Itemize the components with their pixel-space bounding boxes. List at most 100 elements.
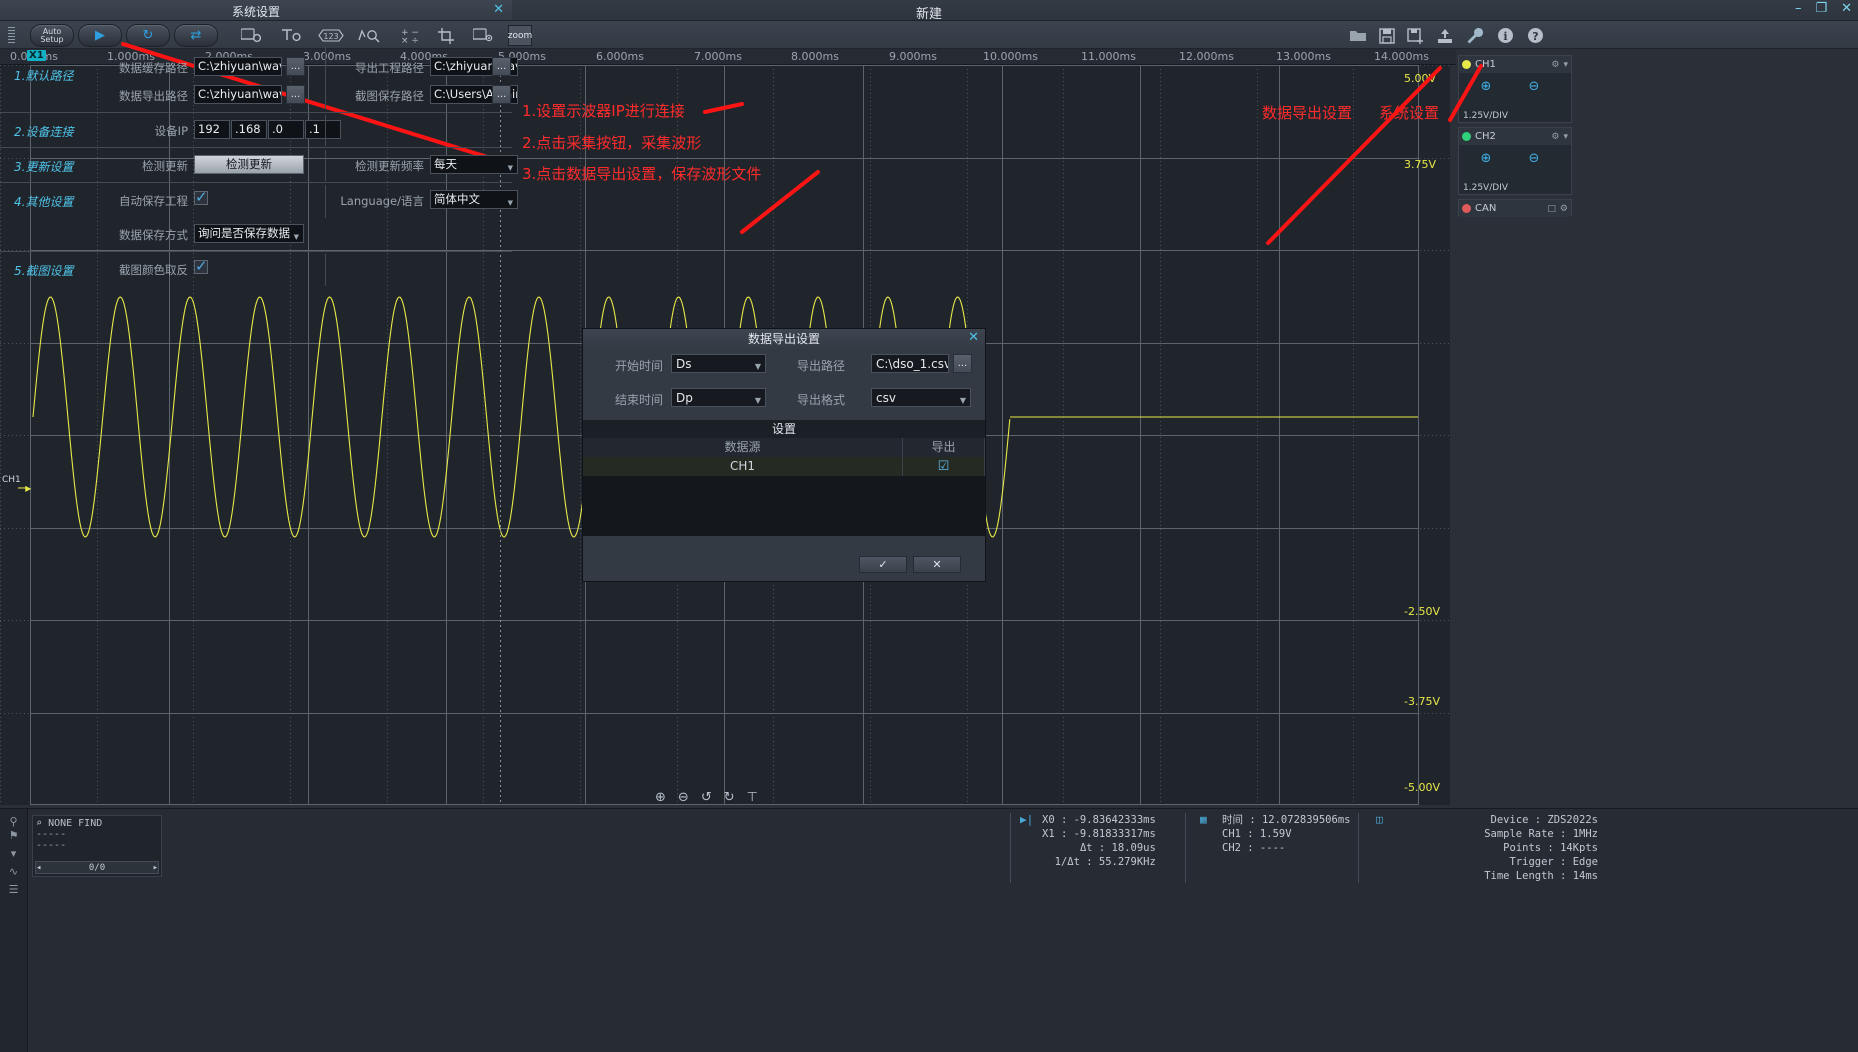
device-ip-octet-3[interactable]: .0 <box>268 120 304 139</box>
language-combo[interactable]: 简体中文 <box>430 190 518 209</box>
measure-readout-group: ▦ 时间 : 12.072839506ms CH1 : 1.59V CH2 : … <box>1222 813 1350 887</box>
measure-ch2: CH2 : ---- <box>1222 841 1350 855</box>
device-trigger: Trigger : Edge <box>1398 855 1598 869</box>
section-3-label: 3.更新设置 <box>14 158 73 175</box>
section-2-name: 设备连接 <box>25 125 73 139</box>
table-header-source: 数据源 <box>583 438 903 457</box>
export-icon[interactable] <box>1432 25 1458 46</box>
annotation-step2: 2.点击采集按钮，采集波形 <box>522 132 701 153</box>
gear-icon[interactable]: ⚙ <box>1560 204 1568 214</box>
info-icon[interactable]: i <box>1492 25 1518 46</box>
flag-icon[interactable]: ⚑ <box>0 827 27 845</box>
channel-header-ch1[interactable]: CH1 ⚙ ▾ <box>1459 56 1571 73</box>
channel-zoom-out-icon[interactable]: ⊖ <box>1521 147 1547 169</box>
export-path-input[interactable]: C:\dso_1.csv <box>871 354 949 373</box>
ruler-tick: 11.000ms <box>1081 50 1136 63</box>
autosave-project-checkbox[interactable] <box>194 191 208 205</box>
cancel-button[interactable]: ✕ <box>913 556 961 573</box>
minimize-icon[interactable]: – <box>1795 2 1802 16</box>
update-frequency-label: 检测更新频率 <box>324 158 424 174</box>
square-icon[interactable]: □ <box>1547 204 1556 214</box>
data-save-mode-label: 数据保存方式 <box>108 227 188 243</box>
channel-card-ch1[interactable]: CH1 ⚙ ▾ ⊕ ⊖ 1.25V/DIV <box>1458 55 1572 123</box>
channel-card-can[interactable]: CAN □ ⚙ <box>1458 199 1572 216</box>
search-icon: ⌕ <box>36 818 42 829</box>
rotate-right-icon[interactable]: ↻ <box>724 790 735 805</box>
close-icon[interactable]: ✕ <box>968 330 979 345</box>
channel-header-ch2[interactable]: CH2 ⚙ ▾ <box>1459 128 1571 145</box>
table-row[interactable]: CH1 <box>583 457 903 476</box>
close-icon[interactable]: ✕ <box>1841 2 1852 16</box>
export-format-label: 导出格式 <box>783 391 845 408</box>
project-export-path-browse-button[interactable]: ... <box>492 57 511 76</box>
save-as-icon[interactable] <box>1403 25 1429 46</box>
table-row-checkbox-cell[interactable]: ☑ <box>903 457 985 476</box>
end-time-combo[interactable]: Dp <box>671 388 766 407</box>
next-icon[interactable]: ▸ <box>153 862 158 874</box>
fit-icon[interactable]: ⊤ <box>747 790 758 805</box>
channel-header-can[interactable]: CAN □ ⚙ <box>1459 200 1571 217</box>
check-update-button[interactable]: 检测更新 <box>194 155 304 174</box>
zoom-out-icon[interactable]: ⊖ <box>678 790 689 805</box>
section-4-num: 4. <box>14 195 25 209</box>
cache-path-input[interactable]: C:\zhiyuan\wave <box>194 57 282 76</box>
find-results-panel[interactable]: ⌕ NONE FIND ----- ----- ◂ 0/0 ▸ <box>32 815 162 877</box>
channel-zoom-in-icon[interactable]: ⊕ <box>1473 147 1499 169</box>
save-icon[interactable] <box>1374 25 1400 46</box>
confirm-button[interactable]: ✓ <box>859 556 907 573</box>
status-divider <box>1358 813 1359 883</box>
wrench-settings-icon[interactable] <box>1462 25 1488 46</box>
data-export-path-browse-button[interactable]: ... <box>286 85 305 104</box>
cursor-icon: ▶| <box>1020 813 1033 827</box>
channel-name-can: CAN <box>1475 203 1496 214</box>
annotation-step1: 1.设置示波器IP进行连接 <box>522 100 685 121</box>
channel-zoom-out-icon[interactable]: ⊖ <box>1521 75 1547 97</box>
gear-icon[interactable]: ⚙ <box>1551 60 1559 70</box>
update-frequency-combo[interactable]: 每天 <box>430 155 518 174</box>
find-counter[interactable]: ◂ 0/0 ▸ <box>35 861 159 874</box>
device-points: Points : 14Kpts <box>1398 841 1598 855</box>
cursor-freq: 1/Δt : 55.279KHz <box>1042 855 1156 869</box>
screenshot-path-browse-button[interactable]: ... <box>492 85 511 104</box>
open-folder-icon[interactable] <box>1345 25 1371 46</box>
search-icon[interactable]: ⚲ <box>0 809 27 827</box>
invert-screenshot-checkbox[interactable] <box>194 260 208 274</box>
channel-card-ch2[interactable]: CH2 ⚙ ▾ ⊕ ⊖ 1.25V/DIV <box>1458 127 1572 195</box>
marker-icon[interactable]: ▾ <box>0 845 27 863</box>
data-export-path-input[interactable]: C:\zhiyuan\wave <box>194 85 282 104</box>
window-buttons: – ❐ ✕ <box>1795 2 1852 16</box>
rotate-left-icon[interactable]: ↺ <box>701 790 712 805</box>
chevron-down-icon[interactable]: ▾ <box>1563 132 1568 142</box>
help-icon[interactable]: ? <box>1522 25 1548 46</box>
restore-icon[interactable]: ❐ <box>1815 2 1827 16</box>
close-icon[interactable]: ✕ <box>493 2 504 17</box>
device-ip-octet-2[interactable]: .168 <box>231 120 267 139</box>
device-ip-octet-1[interactable]: 192 <box>194 120 230 139</box>
section-2-num: 2. <box>14 125 25 139</box>
section-4-name: 其他设置 <box>25 195 73 209</box>
channel-ground-marker[interactable]: ─▸ <box>18 481 31 495</box>
data-save-mode-combo[interactable]: 询问是否保存数据 <box>194 224 304 243</box>
list-icon[interactable]: ☰ <box>0 881 27 899</box>
voltage-scale: 5.00V3.75V-2.50V-3.75V-5.00V <box>1396 65 1456 805</box>
gear-icon[interactable]: ⚙ <box>1551 132 1559 142</box>
start-time-combo[interactable]: Ds <box>671 354 766 373</box>
export-format-combo[interactable]: csv <box>871 388 971 407</box>
zoom-in-icon[interactable]: ⊕ <box>655 790 666 805</box>
cache-path-browse-button[interactable]: ... <box>286 57 305 76</box>
svg-text:i: i <box>1503 30 1507 43</box>
section-device-connection: 2.设备连接 设备IP 192 .168 .0 .1 <box>0 113 512 148</box>
toolbar-grip-icon[interactable] <box>8 27 15 43</box>
prev-icon[interactable]: ◂ <box>36 862 41 874</box>
export-settings-dialog[interactable]: 数据导出设置 ✕ 开始时间 Ds 结束时间 Dp 导出路径 C:\dso_1.c… <box>583 329 985 581</box>
system-settings-dialog[interactable]: 系统设置 ✕ 基础设置 ★ 插件管理 1.默认路径 数据缓存路径 C:\zhiy… <box>0 0 512 336</box>
checkbox-checked-icon[interactable]: ☑ <box>938 459 950 474</box>
svg-text:123: 123 <box>323 32 338 41</box>
channel-color-dot <box>1462 132 1471 141</box>
wave-icon[interactable]: ∿ <box>0 863 27 881</box>
export-path-browse-button[interactable]: ... <box>953 354 972 373</box>
chevron-down-icon[interactable]: ▾ <box>1563 60 1568 70</box>
channel-zoom-in-icon[interactable]: ⊕ <box>1473 75 1499 97</box>
section-1-name: 默认路径 <box>25 69 73 83</box>
device-ip-octet-4[interactable]: .1 <box>305 120 341 139</box>
